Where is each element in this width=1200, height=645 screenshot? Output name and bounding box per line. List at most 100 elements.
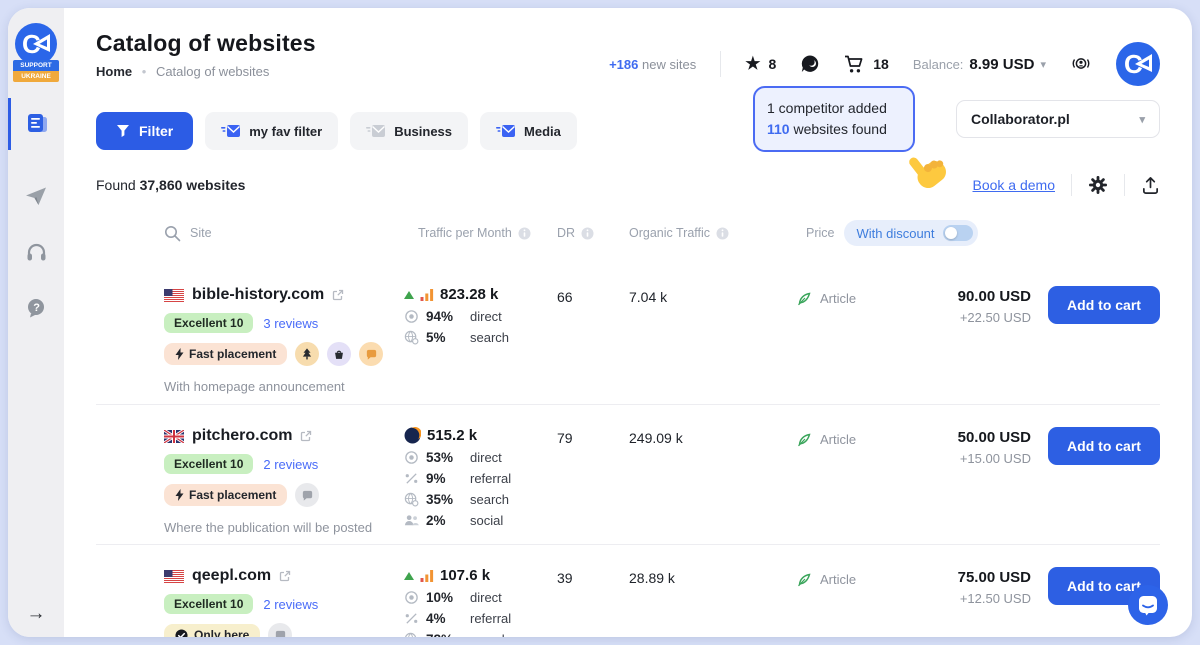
- funnel-icon: [116, 124, 130, 138]
- with-discount-label: With discount: [856, 226, 934, 241]
- filter-button[interactable]: Filter: [96, 112, 193, 150]
- row-spacer: [96, 427, 164, 544]
- sidebar-item-messages[interactable]: [8, 186, 64, 206]
- toggle-switch[interactable]: [943, 225, 973, 241]
- fast-placement-badge: Fast placement: [164, 343, 287, 365]
- row-spacer: [96, 286, 164, 404]
- external-link-icon[interactable]: [300, 430, 312, 442]
- chat-launcher-button[interactable]: [1128, 585, 1168, 625]
- social-icon: [404, 513, 419, 528]
- basket-badge-icon[interactable]: [327, 342, 351, 366]
- sidebar-expand-arrow[interactable]: →: [8, 603, 64, 625]
- notifications-button[interactable]: [1070, 54, 1092, 74]
- site-domain[interactable]: bible-history.com: [192, 286, 324, 304]
- settings-button[interactable]: [1088, 175, 1108, 195]
- similarweb-icon: [404, 427, 421, 444]
- comment-badge-icon[interactable]: [359, 342, 383, 366]
- placement-label: Fast placement: [189, 347, 276, 361]
- us-flag-icon: [164, 570, 184, 583]
- tree-badge-icon[interactable]: [295, 342, 319, 366]
- traffic-breakdown-line: 35% search: [404, 492, 549, 507]
- breadcrumb: Home • Catalog of websites: [96, 64, 316, 79]
- book-demo-link[interactable]: Book a demo: [973, 177, 1056, 193]
- sidebar-item-support[interactable]: [8, 242, 64, 262]
- external-link-icon[interactable]: [332, 289, 344, 301]
- breadcrumb-current: Catalog of websites: [156, 64, 269, 79]
- star-icon: ★: [745, 54, 760, 74]
- row-spacer: [96, 567, 164, 637]
- competitor-tooltip-line1: 1 competitor added: [767, 98, 901, 119]
- organic-traffic-cell: 7.04 k: [629, 286, 796, 404]
- add-to-cart-button[interactable]: Add to cart: [1048, 286, 1160, 324]
- sidebar-item-help[interactable]: ?: [8, 298, 64, 318]
- headphones-icon: [26, 242, 47, 262]
- cart-button[interactable]: 18: [844, 55, 889, 74]
- project-select[interactable]: Collaborator.pl ▾: [956, 100, 1160, 138]
- lightning-icon: [175, 489, 184, 501]
- favorites-button[interactable]: ★ 8: [745, 54, 776, 74]
- trend-up-icon: [404, 572, 414, 580]
- info-icon[interactable]: [518, 227, 531, 240]
- upload-icon: [1141, 176, 1160, 195]
- websites-found-count: 110: [767, 121, 790, 137]
- page-header: Catalog of websites Home • Catalog of we…: [96, 30, 1160, 86]
- with-discount-toggle[interactable]: With discount: [844, 220, 977, 246]
- notifications-icon: [1070, 54, 1092, 74]
- dr-cell: 66: [549, 286, 629, 404]
- account-logo-icon[interactable]: C: [1116, 42, 1160, 86]
- my-fav-filter-button[interactable]: my fav filter: [205, 112, 338, 150]
- business-filter-button[interactable]: Business: [350, 112, 468, 150]
- balance-dropdown[interactable]: Balance: 8.99 USD ▾: [913, 56, 1046, 73]
- chats-button[interactable]: [800, 54, 820, 74]
- balance-value: 8.99 USD: [969, 56, 1034, 73]
- sidebar-logo[interactable]: C SUPPORT UKRAINE: [13, 22, 59, 82]
- comment-badge-icon[interactable]: [295, 483, 319, 507]
- site-cell: bible-history.com Excellent 10 3 reviews: [164, 286, 404, 404]
- external-link-icon[interactable]: [279, 570, 291, 582]
- trend-up-icon: [404, 291, 414, 299]
- app-window: C SUPPORT UKRAINE: [8, 8, 1192, 637]
- reviews-link[interactable]: 2 reviews: [263, 597, 318, 612]
- comment-badge-icon[interactable]: [268, 623, 292, 637]
- media-filter-button[interactable]: Media: [480, 112, 577, 150]
- placement-label: Only here: [194, 628, 249, 637]
- rating-badge: Excellent 10: [164, 594, 253, 614]
- add-to-cart-button[interactable]: Add to cart: [1048, 427, 1160, 465]
- column-header-organic: Organic Traffic: [629, 226, 796, 240]
- pointing-hand-icon: [907, 148, 955, 196]
- rating-badge: Excellent 10: [164, 313, 253, 333]
- traffic-bars-icon: [420, 288, 434, 301]
- sidebar-item-catalog[interactable]: [8, 98, 64, 150]
- feather-icon: [796, 572, 812, 588]
- traffic-bars-icon: [420, 569, 434, 582]
- chevron-down-icon: ▾: [1139, 113, 1145, 126]
- dr-cell: 79: [549, 427, 629, 544]
- info-icon[interactable]: [716, 227, 729, 240]
- site-domain[interactable]: pitchero.com: [192, 427, 292, 445]
- site-cell: pitchero.com Excellent 10 2 reviews: [164, 427, 404, 544]
- paper-plane-icon: [25, 186, 47, 206]
- export-button[interactable]: [1141, 176, 1160, 195]
- new-sites-indicator[interactable]: +186 new sites: [609, 57, 696, 72]
- only-here-badge: Only here: [164, 624, 260, 637]
- site-cell: qeepl.com Excellent 10 2 reviews: [164, 567, 404, 637]
- feather-icon: [796, 432, 812, 448]
- search-icon[interactable]: [164, 225, 181, 242]
- business-filter-label: Business: [394, 124, 452, 139]
- support-ukraine-badge: SUPPORT UKRAINE: [13, 60, 59, 82]
- results-prefix: Found: [96, 177, 140, 193]
- price-header-label: Price: [806, 226, 834, 240]
- table-header: Site Traffic per Month DR Organi: [96, 220, 1160, 246]
- site-domain[interactable]: qeepl.com: [192, 567, 271, 585]
- info-icon[interactable]: [581, 227, 594, 240]
- reviews-link[interactable]: 3 reviews: [263, 316, 318, 331]
- traffic-breakdown-line: 78% search: [404, 632, 549, 637]
- chat-icon: [800, 54, 820, 74]
- check-circle-icon: [175, 629, 188, 638]
- media-mail-icon: [496, 124, 516, 138]
- format-cell: Article: [796, 427, 886, 544]
- breadcrumb-home[interactable]: Home: [96, 64, 132, 79]
- organic-traffic-cell: 249.09 k: [629, 427, 796, 544]
- toolbar-divider: [1071, 174, 1072, 196]
- reviews-link[interactable]: 2 reviews: [263, 457, 318, 472]
